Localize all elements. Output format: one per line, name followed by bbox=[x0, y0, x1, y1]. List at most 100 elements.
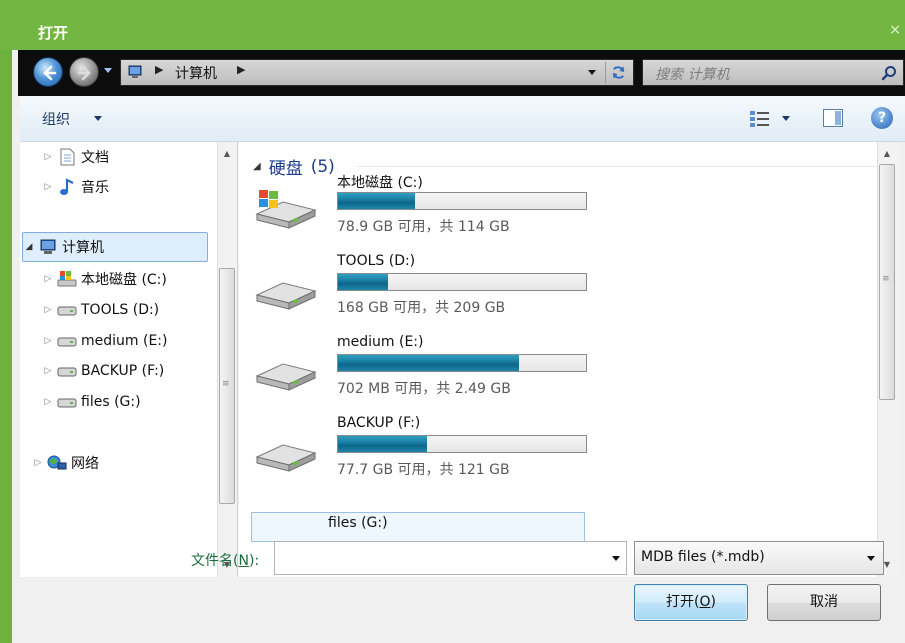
drive-icon bbox=[253, 271, 319, 311]
expand-icon[interactable]: ▷ bbox=[42, 366, 54, 376]
drive-usage-fill bbox=[338, 355, 520, 371]
drive-space-text: 78.9 GB 可用，共 114 GB bbox=[337, 219, 510, 235]
drive-space-text: 702 MB 可用，共 2.49 GB bbox=[337, 381, 511, 397]
drive-name: files (G:) bbox=[328, 515, 388, 531]
arrow-left-icon bbox=[43, 65, 57, 81]
command-bar: 组织 ? bbox=[20, 96, 905, 142]
nav-scrollbar[interactable]: ▲ ≡ ▼ bbox=[217, 142, 237, 577]
nav-item-drive-c[interactable]: ▷ 本地磁盘 (C:) bbox=[42, 266, 167, 292]
help-icon[interactable]: ? bbox=[871, 107, 893, 129]
drive-name: TOOLS (D:) bbox=[337, 253, 416, 269]
breadcrumb-separator-icon[interactable]: ▶ bbox=[155, 63, 163, 76]
collapse-icon[interactable]: ◢ bbox=[253, 161, 261, 172]
computer-icon bbox=[128, 65, 142, 78]
nav-item-label: 本地磁盘 (C:) bbox=[81, 272, 167, 288]
preview-pane-icon[interactable] bbox=[823, 109, 843, 127]
grip-icon: ≡ bbox=[222, 379, 230, 389]
address-dropdown-icon[interactable] bbox=[588, 70, 596, 75]
expand-icon[interactable]: ▷ bbox=[42, 397, 54, 407]
drive-usage-bar bbox=[337, 192, 587, 210]
expand-icon[interactable]: ▷ bbox=[42, 182, 54, 192]
drive-icon bbox=[57, 367, 77, 377]
chevron-down-icon[interactable] bbox=[612, 556, 620, 561]
scroll-up-icon[interactable]: ▲ bbox=[878, 146, 896, 162]
drive-usage-fill bbox=[338, 193, 415, 209]
chevron-down-icon[interactable] bbox=[94, 116, 102, 121]
document-icon bbox=[60, 148, 75, 166]
cancel-button[interactable]: 取消 bbox=[767, 584, 881, 621]
scroll-up-icon[interactable]: ▲ bbox=[218, 146, 236, 162]
filename-field[interactable] bbox=[274, 541, 627, 575]
music-icon bbox=[60, 178, 74, 195]
nav-item-drive-f[interactable]: ▷ BACKUP (F:) bbox=[42, 358, 165, 384]
nav-item-label: BACKUP (F:) bbox=[81, 363, 165, 379]
title-bar[interactable]: 打开 × bbox=[0, 0, 905, 50]
nav-item-label: medium (E:) bbox=[81, 333, 168, 349]
nav-item-network[interactable]: ▷ 网络 bbox=[32, 450, 99, 476]
expand-icon[interactable]: ▷ bbox=[42, 305, 54, 315]
collapse-icon[interactable]: ◢ bbox=[23, 242, 35, 252]
view-options-dropdown[interactable] bbox=[782, 116, 790, 121]
nav-item-music[interactable]: ▷ 音乐 bbox=[42, 174, 109, 200]
refresh-icon[interactable] bbox=[605, 62, 631, 83]
drive-tile[interactable]: 本地磁盘 (C:) 78.9 GB 可用，共 114 GB bbox=[253, 172, 587, 248]
drive-name: 本地磁盘 (C:) bbox=[337, 175, 423, 191]
file-type-select[interactable]: MDB files (*.mdb) bbox=[634, 541, 884, 575]
drive-tile[interactable]: medium (E:) 702 MB 可用，共 2.49 GB bbox=[253, 334, 587, 410]
drive-name: medium (E:) bbox=[337, 334, 424, 350]
drive-tile[interactable]: BACKUP (F:) 77.7 GB 可用，共 121 GB bbox=[253, 415, 587, 491]
network-icon bbox=[47, 455, 67, 470]
nav-item-drive-g[interactable]: ▷ files (G:) bbox=[42, 389, 141, 415]
drive-usage-fill bbox=[338, 436, 428, 452]
expand-icon[interactable]: ▷ bbox=[42, 152, 54, 162]
drive-tile-g[interactable]: files (G:) bbox=[251, 512, 585, 542]
content-scrollbar[interactable]: ▲ ≡ ▼ bbox=[877, 142, 897, 577]
breadcrumb-computer[interactable]: 计算机 bbox=[175, 63, 217, 83]
dialog-title: 打开 bbox=[38, 24, 69, 42]
drive-tile[interactable]: TOOLS (D:) 168 GB 可用，共 209 GB bbox=[253, 253, 587, 329]
drive-icon bbox=[253, 433, 319, 473]
arrow-right-icon bbox=[77, 65, 91, 81]
filename-label: 文件名(N): bbox=[191, 553, 260, 569]
windows-drive-icon bbox=[57, 271, 77, 287]
open-button[interactable]: 打开(O) bbox=[634, 584, 748, 621]
windows-drive-icon bbox=[253, 190, 319, 230]
drive-usage-bar bbox=[337, 435, 587, 453]
search-icon[interactable] bbox=[881, 65, 897, 81]
open-file-dialog: 打开 × ▶ 计算机 ▶ 搜索 计算机 组织 ? ▷ 文档 ▷ 音乐 ◢ 计算机… bbox=[0, 0, 905, 643]
search-box[interactable]: 搜索 计算机 bbox=[642, 59, 904, 86]
drive-usage-bar bbox=[337, 354, 587, 372]
computer-icon bbox=[40, 239, 56, 254]
nav-item-label: 计算机 bbox=[62, 240, 104, 256]
back-button[interactable] bbox=[33, 57, 63, 87]
address-breadcrumb[interactable]: ▶ 计算机 ▶ bbox=[120, 59, 634, 86]
nav-item-label: 文档 bbox=[81, 150, 109, 166]
dialog-body: ▶ 计算机 ▶ 搜索 计算机 组织 ? ▷ 文档 ▷ 音乐 ◢ 计算机 ▷ 本地… bbox=[12, 50, 905, 643]
group-divider bbox=[357, 166, 880, 167]
drive-icon bbox=[57, 398, 77, 408]
organize-menu[interactable]: 组织 bbox=[42, 109, 70, 129]
navigation-pane: ▷ 文档 ▷ 音乐 ◢ 计算机 ▷ 本地磁盘 (C:) ▷ TOOLS (D:)… bbox=[20, 142, 238, 577]
expand-icon[interactable]: ▷ bbox=[42, 336, 54, 346]
nav-item-drive-d[interactable]: ▷ TOOLS (D:) bbox=[42, 297, 160, 323]
expand-icon[interactable]: ▷ bbox=[42, 274, 54, 284]
nav-item-documents[interactable]: ▷ 文档 bbox=[42, 144, 109, 170]
drive-space-text: 168 GB 可用，共 209 GB bbox=[337, 300, 506, 316]
recent-locations-dropdown[interactable] bbox=[104, 68, 112, 73]
nav-item-computer[interactable]: ◢ 计算机 bbox=[22, 232, 208, 262]
drive-space-text: 77.7 GB 可用，共 121 GB bbox=[337, 462, 510, 478]
nav-item-drive-e[interactable]: ▷ medium (E:) bbox=[42, 328, 168, 354]
drive-icon bbox=[57, 306, 77, 316]
search-input[interactable]: 搜索 计算机 bbox=[655, 64, 729, 84]
drive-icon bbox=[57, 337, 77, 347]
nav-item-label: TOOLS (D:) bbox=[81, 302, 160, 318]
chevron-down-icon[interactable] bbox=[867, 556, 875, 561]
forward-button[interactable] bbox=[69, 57, 99, 87]
breadcrumb-separator-icon[interactable]: ▶ bbox=[237, 63, 245, 76]
close-icon[interactable]: × bbox=[889, 22, 901, 38]
nav-item-label: files (G:) bbox=[81, 394, 141, 410]
drive-usage-bar bbox=[337, 273, 587, 291]
change-view-icon[interactable] bbox=[749, 109, 773, 129]
drive-usage-fill bbox=[338, 274, 388, 290]
expand-icon[interactable]: ▷ bbox=[32, 458, 44, 468]
